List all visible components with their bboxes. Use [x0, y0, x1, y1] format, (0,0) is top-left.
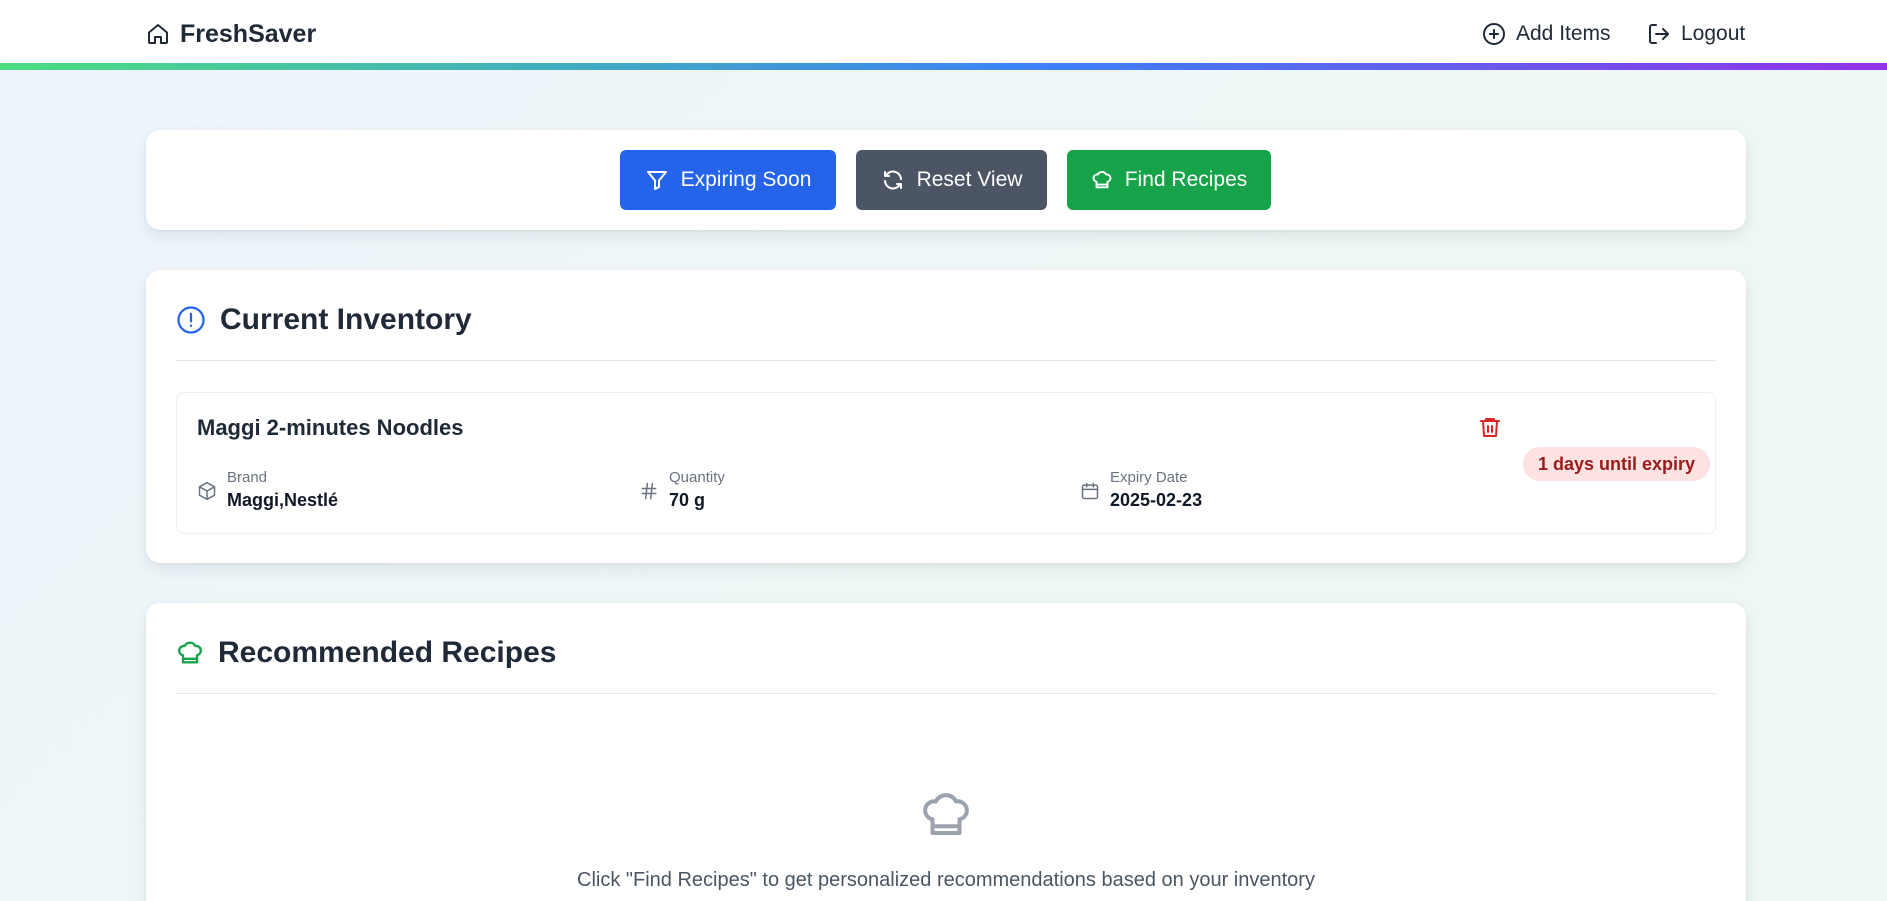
calendar-icon [1080, 481, 1100, 513]
inventory-title: Current Inventory [220, 303, 472, 336]
home-icon [146, 22, 170, 46]
chef-hat-icon [176, 639, 204, 667]
find-recipes-label: Find Recipes [1124, 168, 1248, 191]
package-icon [197, 481, 217, 513]
inventory-item: Maggi 2-minutes Noodles 1 days until exp… [176, 392, 1716, 534]
gradient-accent-bar [0, 63, 1887, 70]
expiring-soon-label: Expiring Soon [680, 168, 812, 191]
inventory-section: Current Inventory Maggi 2-minutes Noodle… [146, 270, 1746, 563]
actions-panel: Expiring Soon Reset View Find Recipes [146, 130, 1746, 230]
brand-value: Maggi,Nestlé [227, 490, 339, 510]
section-divider [176, 360, 1716, 361]
app-name: FreshSaver [180, 19, 317, 48]
chef-hat-icon [919, 788, 973, 847]
reset-view-button[interactable]: Reset View [856, 150, 1047, 210]
reset-view-label: Reset View [916, 168, 1023, 191]
quantity-field: Quantity 70 g [639, 469, 725, 513]
expiry-status-badge: 1 days until expiry [1523, 447, 1711, 481]
expiry-value: 2025-02-23 [1110, 490, 1203, 510]
top-navbar: FreshSaver Add Items Logout [0, 0, 1887, 70]
expiring-soon-button[interactable]: Expiring Soon [620, 150, 836, 210]
expiry-label: Expiry Date [1110, 469, 1188, 486]
add-items-label: Add Items [1516, 22, 1611, 45]
section-divider [176, 693, 1716, 694]
chef-hat-icon [1091, 169, 1113, 191]
refresh-icon [881, 168, 905, 192]
recipes-empty-message: Click "Find Recipes" to get personalized… [577, 869, 1315, 891]
inventory-header: Current Inventory [176, 300, 472, 340]
delete-item-button[interactable] [1478, 415, 1502, 439]
brand-field: Brand Maggi,Nestlé [197, 469, 338, 513]
quantity-value: 70 g [669, 490, 706, 510]
recipes-title: Recommended Recipes [218, 636, 557, 669]
brand-logo[interactable]: FreshSaver [146, 18, 316, 50]
alert-circle-icon [176, 305, 206, 335]
quantity-label: Quantity [669, 469, 725, 486]
find-recipes-button[interactable]: Find Recipes [1067, 150, 1271, 210]
logout-icon [1647, 22, 1671, 46]
expiry-field: Expiry Date 2025-02-23 [1080, 469, 1202, 513]
logout-label: Logout [1681, 22, 1746, 45]
item-name: Maggi 2-minutes Noodles [197, 415, 464, 440]
recipes-section: Recommended Recipes Click "Find Recipes"… [146, 603, 1746, 901]
trash-icon [1478, 415, 1502, 439]
logout-link[interactable]: Logout [1647, 18, 1745, 50]
filter-icon [645, 168, 669, 192]
recipes-header: Recommended Recipes [176, 633, 556, 673]
add-items-link[interactable]: Add Items [1482, 18, 1611, 50]
brand-label: Brand [227, 469, 268, 486]
hash-icon [639, 481, 659, 513]
plus-circle-icon [1482, 22, 1506, 46]
